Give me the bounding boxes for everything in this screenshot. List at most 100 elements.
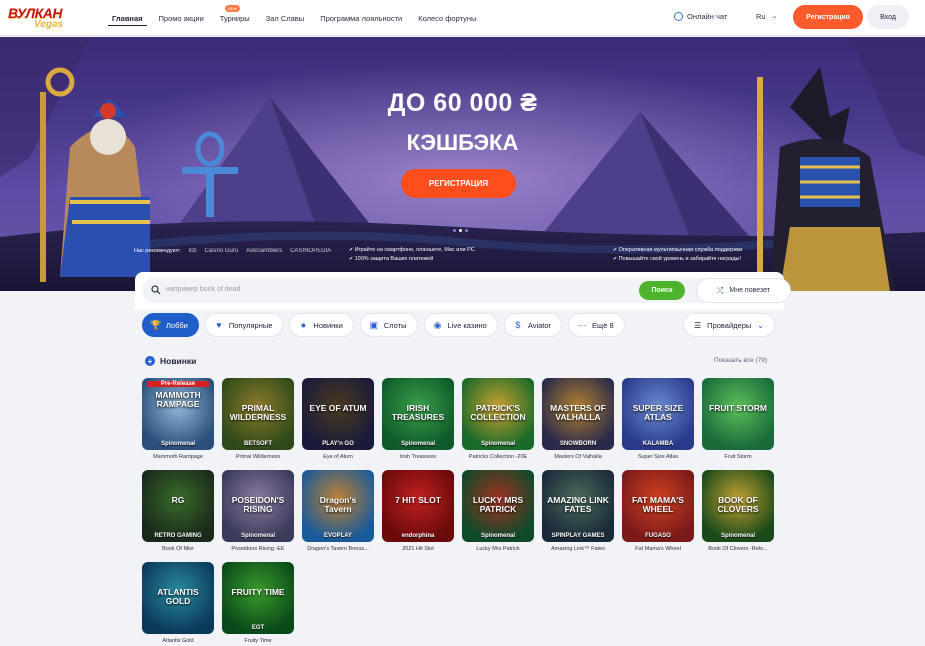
game-provider: EGT [251, 625, 265, 631]
tab-label: Слоты [383, 320, 407, 330]
online-chat-link[interactable]: Онлайн чат [674, 12, 727, 21]
game-name[interactable]: Mammoth Rampage [140, 454, 216, 460]
login-button[interactable]: Вход [867, 5, 909, 29]
game-art-title: PRIMAL WILDERNESS [229, 403, 287, 422]
game-tile[interactable]: EYE OF ATUM PLAY'n GO [302, 378, 374, 450]
logo-subtext: Vegas [34, 19, 64, 30]
game-tile[interactable]: LUCKY MRS PATRICK Spinomenal [462, 470, 534, 542]
game-tile[interactable]: FAT MAMA'S WHEEL FUGASO [622, 470, 694, 542]
language-value: Ru [756, 12, 766, 21]
search-input[interactable]: например book of dead Поиск ⤮ Мне повезе… [142, 278, 791, 303]
nav-item-label: Программа лояльности [320, 13, 403, 23]
recommended-row: Нас рекомендуют: lcb Casino Guru AskGamble… [134, 248, 331, 254]
game-tile[interactable]: Pre-Release MAMMOTH RAMPAGE Spinomenal [142, 378, 214, 450]
chevron-down-icon: ⌄ [757, 320, 764, 330]
feature-item: Оперативная мультиязычная служба поддерж… [613, 246, 743, 255]
game-name[interactable]: Fat Mama's Wheel [620, 546, 696, 552]
game-art-title: MASTERS OF VALHALLA [550, 403, 606, 422]
tab-ещ-8[interactable]: ··· Ещё 8 [568, 313, 625, 337]
game-name[interactable]: Fruit Storm [700, 454, 776, 460]
game-name[interactable]: Poseidons Rising -EE [220, 546, 296, 552]
main-nav: Главная Промо акции Турниры NEW Зал Славы Про… [104, 0, 484, 36]
game-tile[interactable]: MASTERS OF VALHALLA SNOWBORN [542, 378, 614, 450]
game-tile[interactable]: SUPER SIZE ATLAS KALAMBA [622, 378, 694, 450]
chat-label: Онлайн чат [687, 12, 728, 21]
game-art-title: FRUIT STORM [709, 403, 767, 413]
game-tile[interactable]: Dragon's Tavern EVOPLAY [302, 470, 374, 542]
game-name[interactable]: Dragon's Tavern Bonus... [300, 546, 376, 552]
game-tile[interactable]: FRUITY TIME EGT [222, 562, 294, 634]
slider-dot[interactable] [459, 229, 462, 232]
site-logo[interactable]: ВУЛКАН Vegas [8, 3, 70, 33]
game-art-title: MAMMOTH RAMPAGE [155, 390, 201, 409]
hero-banner[interactable]: ДО 60 000 ₴ КЭШБЭКА РЕГИСТРАЦИЯ Нас реко… [0, 37, 925, 291]
game-name[interactable]: Book Of Misr [140, 546, 216, 552]
game-name[interactable]: Primal Wilderness [220, 454, 296, 460]
feature-item: Повышайте свой уровень и забирайте награ… [613, 255, 742, 264]
game-name[interactable]: Irish Treasures [380, 454, 456, 460]
game-provider: RETRO GAMING [154, 533, 202, 539]
nav-item[interactable]: Зал Славы [258, 0, 313, 36]
game-tile[interactable]: FRUIT STORM [702, 378, 774, 450]
game-tile[interactable]: POSEIDON'S RISING Spinomenal [222, 470, 294, 542]
game-name[interactable]: Super Size Atlas [620, 454, 696, 460]
game-name[interactable]: Masters Of Valhalla [540, 454, 616, 460]
game-name[interactable]: Eye of Atum [300, 454, 376, 460]
plus-icon: ● [300, 320, 307, 330]
show-all-link[interactable]: Показать все (79) [714, 357, 767, 364]
search-button[interactable]: Поиск [639, 281, 685, 300]
lucky-button[interactable]: ⤮ Мне повезет [696, 278, 791, 303]
game-provider: SPINPLAY GAMES [551, 533, 605, 539]
tab-label: Лобби [166, 320, 188, 330]
slider-dot[interactable] [453, 229, 456, 232]
filter-icon: ☰ [694, 320, 702, 330]
game-tile[interactable]: ATLANTIS GOLD [142, 562, 214, 634]
game-provider: Spinomenal [160, 441, 195, 447]
nav-item[interactable]: Главная [104, 0, 151, 36]
game-name[interactable]: Amazing Link™ Fates [540, 546, 616, 552]
features-right: Оперативная мультиязычная служба поддерж… [613, 246, 743, 264]
tab-live-казино[interactable]: ◉ Live казино [423, 313, 498, 337]
game-tile[interactable]: PRIMAL WILDERNESS BETSOFT [222, 378, 294, 450]
tab-лобби[interactable]: 🏆 Лобби [142, 313, 199, 337]
hero-register-button[interactable]: РЕГИСТРАЦИЯ [401, 169, 516, 198]
game-tile[interactable]: IRISH TREASURES Spinomenal [382, 378, 454, 450]
hero-title: ДО 60 000 ₴ [387, 89, 538, 117]
nav-item[interactable]: Колесо фортуны [410, 0, 484, 36]
game-name[interactable]: Book Of Clovers -Relo... [700, 546, 776, 552]
game-tile[interactable]: RG RETRO GAMING [142, 470, 214, 542]
partner-logo: lcb [188, 248, 197, 254]
game-name[interactable]: Patricks Collection -20E [460, 454, 536, 460]
game-name[interactable]: Atlantis Gold [140, 638, 216, 644]
game-name[interactable]: 2021 Hit Slot [380, 546, 456, 552]
game-name[interactable]: Fruity Time [220, 638, 296, 644]
lucky-label: Мне повезет [729, 287, 770, 294]
nav-item[interactable]: Турниры NEW [212, 0, 258, 36]
game-tile[interactable]: BOOK OF CLOVERS Spinomenal [702, 470, 774, 542]
game-artwork [302, 378, 374, 450]
game-art-title: RG [171, 495, 185, 505]
game-tile[interactable]: 7 HIT SLOT endorphina [382, 470, 454, 542]
language-select[interactable]: Ru ⌄ [756, 12, 777, 21]
game-provider: SNOWBORN [559, 441, 597, 447]
game-tile[interactable]: AMAZING LINK FATES SPINPLAY GAMES [542, 470, 614, 542]
nav-item[interactable]: Программа лояльности [312, 0, 410, 36]
tab-популярные[interactable]: ♥ Популярные [204, 313, 284, 337]
register-button[interactable]: Регистрация [793, 5, 863, 29]
game-name[interactable]: Lucky Mrs Patrick [460, 546, 536, 552]
prerelease-badge: Pre-Release [147, 381, 209, 387]
game-art-title: BOOK OF CLOVERS [717, 495, 759, 514]
game-provider: Spinomenal [480, 441, 515, 447]
slider-dot[interactable] [465, 229, 468, 232]
top-header: ВУЛКАН Vegas Главная Промо акции Турниры NE… [0, 0, 925, 36]
providers-dropdown[interactable]: ☰ Провайдеры ⌄ [683, 313, 775, 337]
game-tile[interactable]: PATRICK'S COLLECTION Spinomenal [462, 378, 534, 450]
tab-новинки[interactable]: ● Новинки [289, 313, 354, 337]
tab-aviator[interactable]: $ Aviator [503, 313, 563, 337]
game-provider: FUGASO [645, 533, 671, 539]
game-art-title: LUCKY MRS PATRICK [472, 495, 524, 514]
nav-item[interactable]: Промо акции [151, 0, 212, 36]
tab-слоты[interactable]: ▣ Слоты [359, 313, 418, 337]
game-provider: Spinomenal [480, 533, 515, 539]
search-placeholder: например book of dead [166, 286, 241, 293]
